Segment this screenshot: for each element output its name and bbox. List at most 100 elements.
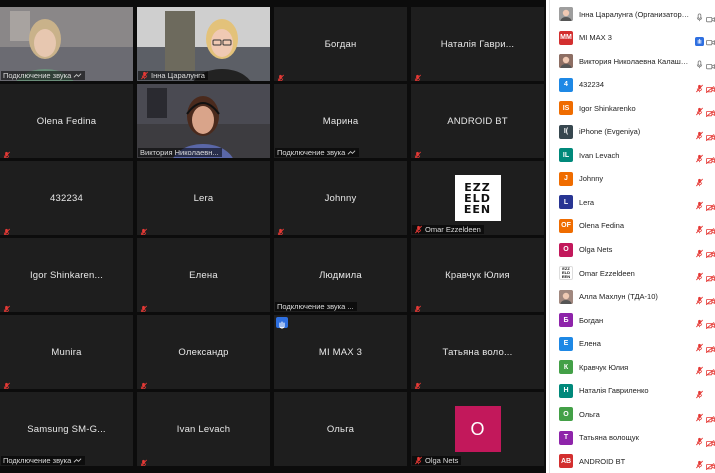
participant-name: Omar Ezzeldeen — [579, 268, 635, 278]
participant-row[interactable]: IS Igor Shinkarenko — [550, 97, 715, 119]
video-off-icon[interactable] — [705, 293, 715, 306]
mic-muted-icon[interactable] — [695, 292, 704, 304]
mic-muted-icon[interactable] — [695, 339, 704, 352]
video-off-icon[interactable] — [705, 410, 715, 424]
mic-muted-icon[interactable] — [695, 386, 704, 399]
mic-muted-icon[interactable] — [695, 127, 704, 140]
participant-row[interactable]: Інна Царалунга (Организатор, я) — [550, 3, 715, 25]
video-tile[interactable]: Samsung SM-G... Подключение звука — [0, 392, 133, 466]
participant-row[interactable]: Б Богдан — [550, 309, 715, 331]
participant-name: iPhone (Evgeniya) — [579, 127, 641, 137]
participant-row[interactable]: Т Татьяна волощук — [550, 427, 715, 449]
video-icon[interactable] — [706, 34, 715, 46]
video-tile[interactable]: Богдан — [274, 7, 407, 81]
participant-row[interactable]: О Ольга — [550, 403, 715, 425]
participant-row[interactable]: MM MI MAX 3 — [550, 27, 715, 49]
mic-muted-icon[interactable] — [695, 150, 704, 163]
mic-muted-icon[interactable] — [695, 103, 704, 116]
video-icon[interactable] — [706, 10, 715, 23]
video-tile[interactable]: Марина Подключение звука — [274, 84, 407, 158]
video-off-icon[interactable] — [705, 316, 715, 330]
tile-label: Подключение звука ... — [275, 302, 357, 311]
video-off-icon[interactable] — [705, 222, 715, 235]
video-off-icon[interactable] — [705, 269, 715, 282]
mic-muted-icon[interactable] — [695, 268, 704, 281]
mic-muted-icon — [139, 301, 148, 312]
video-tile[interactable]: Подключение звука — [0, 7, 133, 81]
participant-row[interactable]: Н Наталія Гавриленко — [550, 380, 715, 402]
participant-name: Johnny — [579, 174, 604, 184]
video-off-icon[interactable] — [705, 434, 715, 447]
video-tile[interactable]: Johnny — [274, 161, 407, 235]
video-tile[interactable]: ANDROID BT — [411, 84, 544, 158]
video-tile[interactable]: Елена — [137, 238, 270, 312]
video-icon[interactable] — [706, 57, 715, 70]
video-tile[interactable]: Кравчук Юлия — [411, 238, 544, 312]
participant-row[interactable]: L Lera — [550, 191, 715, 213]
video-tile[interactable]: Munira — [0, 315, 133, 389]
tile-label: Omar Ezzeldeen — [412, 225, 484, 234]
participant-row[interactable]: Виктория Николаевна Калашн... — [550, 50, 715, 72]
participant-row[interactable]: AB ANDROID BT — [550, 450, 715, 472]
video-tile[interactable]: 432234 — [0, 161, 133, 235]
mic-muted-icon[interactable] — [695, 433, 704, 446]
mic-icon[interactable] — [695, 56, 704, 69]
video-tile[interactable]: Ivan Levach — [137, 392, 270, 466]
video-off-icon[interactable] — [705, 198, 715, 212]
mic-muted-icon[interactable] — [695, 409, 704, 422]
participant-row[interactable]: 4 432234 — [550, 74, 715, 96]
mic-muted-icon[interactable] — [695, 362, 704, 375]
tile-name: Марина — [322, 115, 359, 127]
participant-row[interactable]: IL Ivan Levach — [550, 144, 715, 166]
video-off-icon[interactable] — [705, 246, 715, 259]
video-off-icon[interactable] — [705, 363, 715, 377]
tile-label: Подключение звука — [1, 71, 86, 80]
video-tile[interactable]: EZZ ELD EEN Omar Ezzeldeen — [411, 161, 544, 235]
video-tile[interactable]: Ольга — [274, 392, 407, 466]
video-tile[interactable]: Інна Царалунга — [137, 7, 270, 81]
participant-name: MI MAX 3 — [579, 33, 612, 43]
video-off-icon[interactable] — [705, 457, 715, 471]
tile-name: Олександр — [178, 346, 229, 358]
mic-icon[interactable] — [695, 9, 704, 22]
video-tile[interactable]: Igor Shinkaren... — [0, 238, 133, 312]
video-tile[interactable]: Olena Fedina — [0, 84, 133, 158]
participant-row[interactable]: J Johnny — [550, 168, 715, 190]
video-off-icon[interactable] — [705, 340, 715, 353]
mic-muted-icon — [2, 224, 11, 235]
video-tile[interactable]: Виктория Николаевн... — [137, 84, 270, 158]
mic-muted-icon[interactable] — [695, 197, 704, 210]
video-tile[interactable]: O Olga Nets — [411, 392, 544, 466]
participant-row[interactable]: Е Елена — [550, 333, 715, 355]
participant-name: Виктория Николаевна Калашн... — [579, 56, 691, 66]
video-off-icon[interactable] — [705, 81, 715, 94]
participant-row[interactable]: OF Olena Fedina — [550, 215, 715, 237]
participant-row[interactable]: К Кравчук Юлия — [550, 356, 715, 378]
mic-muted-icon[interactable] — [695, 80, 704, 93]
video-tile[interactable]: MI MAX 3 — [274, 315, 407, 389]
mic-muted-icon[interactable] — [695, 221, 704, 234]
zoom-meeting-window: Подключение звука Інна Царалунга Богдан На… — [0, 0, 715, 473]
video-tile[interactable]: Людмила Подключение звука ... — [274, 238, 407, 312]
participant-row[interactable]: I( iPhone (Evgeniya) — [550, 121, 715, 143]
avatar: I( — [559, 124, 573, 139]
participant-row[interactable]: O Olga Nets — [550, 239, 715, 261]
video-tile[interactable]: Татьяна воло... — [411, 315, 544, 389]
audio-connecting-icon — [73, 456, 82, 465]
mic-muted-icon[interactable] — [695, 315, 704, 328]
ezzeldeen-logo: EZZ ELD EEN — [454, 175, 501, 221]
video-tile[interactable]: Олександр — [137, 315, 270, 389]
video-off-icon[interactable] — [705, 128, 715, 141]
video-tile[interactable]: Наталія Гаври... — [411, 7, 544, 81]
participant-row[interactable]: Алла Махлун (ТДА-10) — [550, 286, 715, 308]
video-off-icon[interactable] — [705, 151, 715, 165]
mic-muted-icon[interactable] — [695, 456, 704, 469]
avatar: J — [559, 171, 573, 186]
mic-muted-icon — [276, 224, 285, 235]
video-tile[interactable]: Lera — [137, 161, 270, 235]
mic-muted-icon[interactable] — [695, 174, 704, 187]
video-off-icon[interactable] — [705, 104, 715, 118]
participant-row[interactable]: EZZ ELD EEN Omar Ezzeldeen — [550, 262, 715, 284]
avatar — [559, 7, 573, 21]
mic-muted-icon[interactable] — [695, 245, 704, 257]
